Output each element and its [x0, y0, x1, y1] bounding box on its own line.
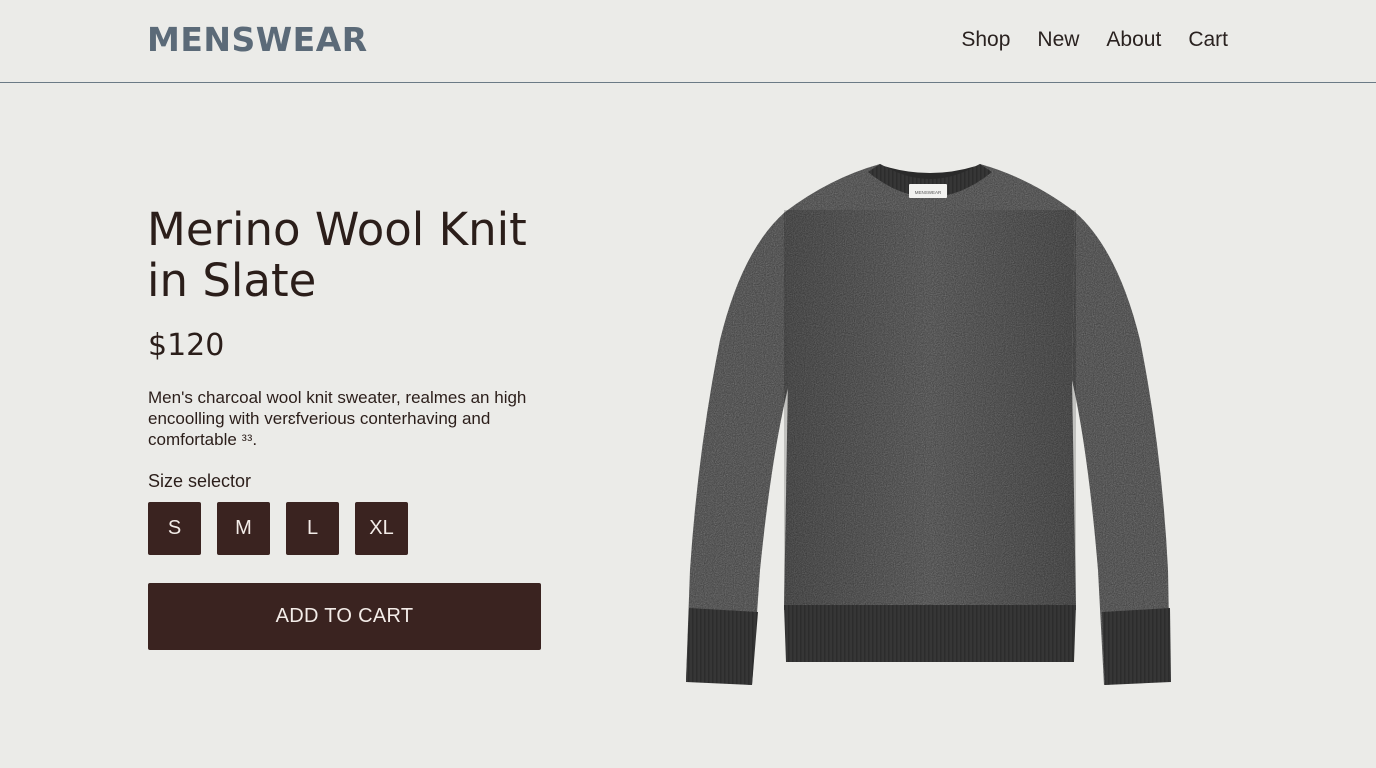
site-logo[interactable]: MENSWEAR: [147, 20, 368, 59]
sweater-hem: [784, 605, 1076, 662]
sweater-body-shading: [784, 210, 1076, 610]
nav-link-shop[interactable]: Shop: [961, 28, 1010, 52]
product-description: Men's charcoal wool knit sweater, realme…: [148, 388, 527, 449]
nav-link-cart[interactable]: Cart: [1188, 28, 1228, 52]
nav-link-new[interactable]: New: [1037, 28, 1079, 52]
size-button-xl[interactable]: XL: [355, 502, 408, 555]
size-button-m[interactable]: M: [217, 502, 270, 555]
sweater-neck-tag-text: MENSWEAR: [915, 190, 942, 195]
size-button-l[interactable]: L: [286, 502, 339, 555]
size-selector: S M L XL: [148, 502, 408, 555]
product-title: Merino Wool Knit in Slate: [147, 203, 527, 307]
nav-link-about[interactable]: About: [1106, 28, 1161, 52]
sweater-left-cuff: [686, 608, 758, 685]
site-header: MENSWEAR Shop New About Cart: [0, 0, 1376, 83]
product-price: $120: [148, 328, 225, 363]
product-image-sweater: MENSWEAR: [686, 164, 1171, 685]
main-nav: Shop New About Cart: [961, 28, 1228, 52]
sweater-right-cuff: [1102, 608, 1171, 685]
add-to-cart-button[interactable]: ADD TO CART: [148, 583, 541, 650]
size-button-s[interactable]: S: [148, 502, 201, 555]
size-selector-label: Size selector: [148, 471, 252, 491]
